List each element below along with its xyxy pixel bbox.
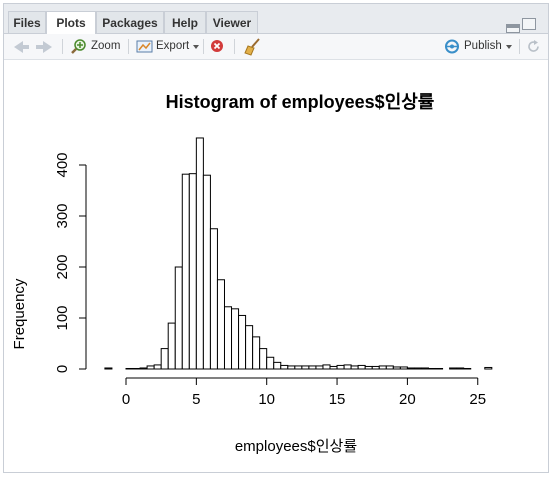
histogram-bar — [301, 365, 310, 370]
histogram-bar — [181, 173, 190, 370]
tab-plots[interactable]: Plots — [46, 11, 96, 34]
histogram-bar — [125, 367, 134, 370]
toolbar-divider — [62, 39, 63, 54]
publish-button[interactable]: Publish — [464, 34, 502, 59]
histogram-bar — [315, 365, 324, 370]
minimize-pane-icon[interactable] — [506, 24, 520, 33]
maximize-pane-icon[interactable] — [522, 18, 536, 30]
histogram-bar — [139, 367, 148, 370]
histogram-bar — [132, 367, 141, 370]
refresh-icon[interactable] — [526, 39, 541, 54]
x-axis-label: employees$인상률 — [235, 438, 357, 455]
histogram-bar — [413, 367, 422, 370]
histogram-bar — [273, 361, 282, 370]
y-axis-label: Frequency — [11, 278, 28, 349]
histogram-bar — [343, 364, 352, 370]
back-arrow-stem — [22, 45, 29, 49]
plots-pane: Files Plots Packages Help Viewer Zoom Ex… — [3, 3, 549, 473]
tab-files[interactable]: Files — [8, 11, 46, 33]
histogram-bar — [160, 348, 169, 370]
y-tick-label: 100 — [54, 305, 71, 330]
y-tick-label: 400 — [54, 152, 71, 177]
export-icon[interactable] — [136, 39, 154, 54]
histogram-bar — [428, 367, 437, 370]
chevron-down-icon[interactable] — [193, 45, 199, 49]
histogram-bar — [259, 348, 268, 370]
histogram-bar — [329, 365, 338, 370]
histogram-bar — [202, 174, 211, 370]
histogram-bar — [146, 365, 155, 370]
x-tick-label: 20 — [399, 391, 416, 408]
histogram-bar — [188, 173, 197, 370]
histogram-bar — [308, 365, 317, 370]
chart-title: Histogram of employees$인상률 — [166, 92, 435, 112]
forward-arrow-stem — [36, 45, 43, 49]
histogram-bar — [252, 336, 261, 370]
histogram-bar — [294, 365, 303, 370]
histogram-bar — [435, 367, 444, 370]
export-button[interactable]: Export — [156, 34, 189, 59]
toolbar-divider — [203, 39, 204, 54]
histogram-bar — [322, 364, 331, 370]
tab-packages[interactable]: Packages — [96, 11, 164, 33]
histogram-bar — [280, 364, 289, 370]
tab-bar: Files Plots Packages Help Viewer — [4, 4, 548, 34]
histogram-bar — [238, 314, 247, 370]
broom-icon[interactable] — [244, 37, 262, 56]
histogram-bar — [195, 137, 204, 370]
histogram-bar — [392, 366, 401, 370]
histogram-bar — [104, 367, 113, 370]
zoom-icon[interactable] — [70, 38, 87, 55]
y-tick-label: 300 — [54, 203, 71, 228]
bars-group — [104, 137, 493, 370]
y-axis: 0 100 200 300 400 — [54, 152, 87, 373]
plots-toolbar: Zoom Export Publish — [4, 34, 548, 60]
histogram-bar — [371, 365, 380, 370]
histogram-bar — [336, 364, 345, 370]
histogram-plot: Histogram of employees$인상률 employees$인상률… — [11, 92, 493, 455]
histogram-bar — [231, 308, 240, 370]
histogram-bar — [463, 367, 472, 370]
chevron-down-icon[interactable] — [506, 45, 512, 49]
histogram-bar — [399, 366, 408, 370]
x-tick-label: 25 — [469, 391, 486, 408]
histogram-bar — [357, 364, 366, 370]
histogram-bar — [364, 365, 373, 370]
toolbar-divider — [519, 39, 520, 54]
histogram-bar — [420, 367, 430, 370]
histogram-bar — [350, 365, 359, 370]
x-tick-label: 10 — [258, 391, 275, 408]
histogram-bar — [287, 365, 296, 370]
histogram-bar — [266, 356, 275, 370]
remove-plot-icon[interactable] — [210, 39, 224, 53]
histogram-bar — [153, 364, 162, 370]
toolbar-divider — [128, 39, 129, 54]
y-tick-label: 200 — [54, 254, 71, 279]
histogram-bar — [449, 367, 458, 370]
y-tick-label: 0 — [54, 365, 71, 373]
histogram-bar — [216, 279, 225, 370]
histogram-bar — [484, 366, 493, 370]
forward-arrow-icon[interactable] — [43, 41, 52, 53]
publish-icon[interactable] — [444, 39, 460, 54]
zoom-button[interactable]: Zoom — [91, 34, 120, 59]
histogram-bar — [209, 228, 218, 370]
histogram-bar — [174, 266, 183, 370]
tab-help[interactable]: Help — [164, 11, 206, 33]
histogram-bar — [456, 367, 465, 370]
histogram-bar — [406, 367, 415, 370]
histogram-bar — [245, 325, 254, 370]
x-tick-label: 0 — [122, 391, 130, 408]
x-axis: 0 5 10 15 20 25 — [122, 377, 486, 408]
tab-viewer[interactable]: Viewer — [206, 11, 258, 33]
toolbar-divider — [234, 39, 235, 54]
histogram-bar — [385, 365, 394, 370]
histogram-bar — [378, 365, 387, 370]
histogram-bar — [223, 306, 233, 370]
histogram-bar — [167, 322, 176, 370]
x-tick-label: 5 — [192, 391, 200, 408]
x-tick-label: 15 — [329, 391, 346, 408]
